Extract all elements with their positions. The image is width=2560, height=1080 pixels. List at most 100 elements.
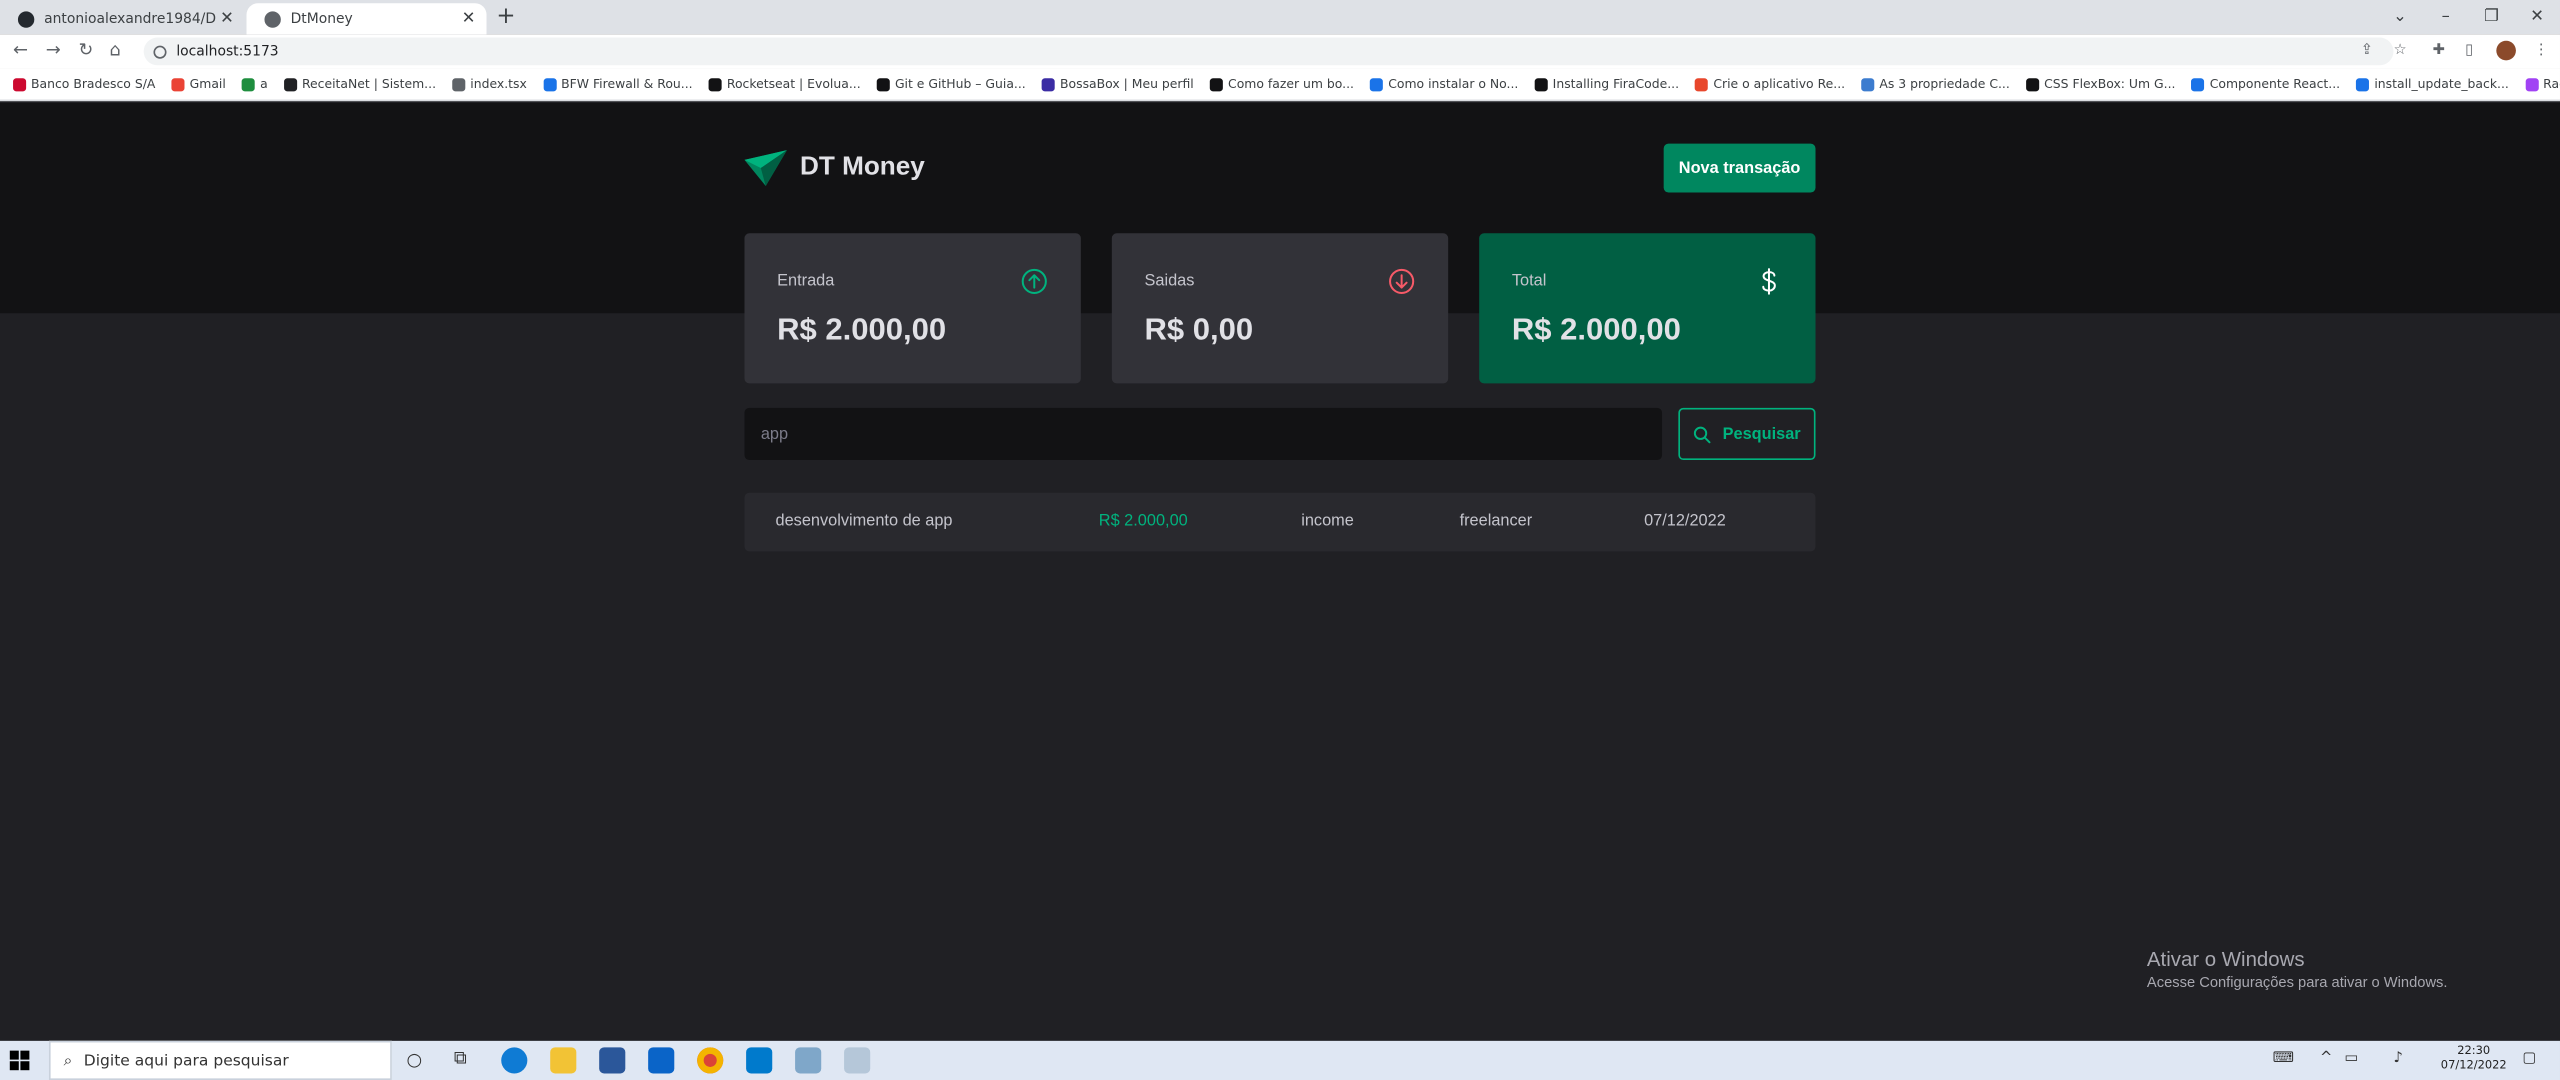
bookmark-icon bbox=[171, 77, 185, 91]
transaction-category: freelancer bbox=[1459, 512, 1533, 531]
brand-title: DT Money bbox=[799, 153, 925, 182]
edge-icon[interactable] bbox=[501, 1047, 528, 1074]
site-info-icon[interactable] bbox=[153, 44, 167, 58]
bookmark-item[interactable]: CSS FlexBox: Um G... bbox=[2026, 76, 2176, 92]
card-value: R$ 0,00 bbox=[1144, 313, 1254, 348]
extensions-icon[interactable]: ✚ bbox=[2433, 42, 2445, 58]
browser-tab-dtmoney[interactable]: DtMoney ✕ bbox=[246, 3, 487, 35]
search-input[interactable]: app bbox=[744, 407, 1663, 461]
system-clock[interactable]: 22:30 07/12/2022 bbox=[2441, 1044, 2507, 1073]
keyboard-icon[interactable]: ⌨ bbox=[2273, 1051, 2294, 1067]
home-icon[interactable]: ⌂ bbox=[109, 39, 120, 60]
bookmark-item[interactable]: Banco Bradesco S/A bbox=[13, 76, 156, 92]
close-icon[interactable]: ✕ bbox=[457, 10, 480, 28]
app-icon[interactable] bbox=[844, 1047, 871, 1074]
bookmark-item[interactable]: ReceitaNet | Sistem... bbox=[284, 76, 437, 92]
transaction-price: R$ 2.000,00 bbox=[1098, 512, 1188, 531]
bookmark-item[interactable]: a bbox=[242, 77, 268, 91]
chrome-icon[interactable] bbox=[697, 1047, 724, 1074]
windows-start-icon[interactable] bbox=[8, 1049, 31, 1072]
bookmark-icon bbox=[1370, 77, 1384, 91]
card-label: Entrada bbox=[777, 272, 835, 291]
bookmark-item[interactable]: install_update_back... bbox=[2356, 77, 2509, 91]
bookmark-label: As 3 propriedade C... bbox=[1879, 76, 2010, 92]
bookmark-icon bbox=[2026, 77, 2040, 91]
close-icon[interactable]: ✕ bbox=[216, 10, 239, 28]
bookmark-item[interactable]: index.tsx bbox=[452, 77, 527, 91]
bookmark-label: Como instalar o No... bbox=[1388, 76, 1519, 92]
app-icon[interactable] bbox=[795, 1047, 822, 1074]
bookmark-item[interactable]: Rocketseat | Evolua... bbox=[708, 77, 861, 91]
bookmark-item[interactable]: Git e GitHub – Guia... bbox=[876, 77, 1026, 91]
bookmark-icon bbox=[452, 77, 466, 91]
address-bar[interactable]: localhost:5173 bbox=[143, 37, 2394, 66]
profile-avatar[interactable] bbox=[2496, 40, 2516, 61]
bookmark-item[interactable]: Crie o aplicativo Re... bbox=[1695, 77, 1845, 91]
search-button[interactable]: Pesquisar bbox=[1678, 407, 1816, 461]
url-text: localhost:5173 bbox=[176, 43, 279, 60]
browser-tab-strip: antonioalexandre1984/DtMoney ✕ DtMoney ✕… bbox=[0, 0, 2560, 35]
activation-watermark-title: Ativar o Windows bbox=[2146, 947, 2305, 971]
forward-icon[interactable]: → bbox=[46, 39, 61, 60]
cortana-icon[interactable]: ○ bbox=[407, 1049, 423, 1070]
bookmark-label: Radio Saudade San... bbox=[2543, 76, 2560, 92]
bookmark-item[interactable]: Componente React... bbox=[2191, 77, 2340, 91]
bookmark-item[interactable]: Como instalar o No... bbox=[1370, 76, 1519, 92]
minimize-button[interactable]: – bbox=[2423, 0, 2469, 33]
bookmark-label: Installing FiraCode... bbox=[1552, 76, 1680, 92]
new-tab-button[interactable]: + bbox=[496, 3, 515, 29]
currency-dollar-icon bbox=[1762, 268, 1776, 295]
volume-icon[interactable]: ♪ bbox=[2393, 1051, 2402, 1067]
new-transaction-button[interactable]: Nova transação bbox=[1663, 143, 1816, 193]
close-window-button[interactable]: ✕ bbox=[2514, 0, 2560, 33]
menu-icon[interactable]: ⋮ bbox=[2534, 42, 2549, 58]
bookmark-item[interactable]: As 3 propriedade C... bbox=[1861, 76, 2010, 92]
table-row[interactable]: desenvolvimento de app R$ 2.000,00 incom… bbox=[744, 492, 1816, 552]
dtmoney-app: DT Money Nova transação Entrada R$ 2.000… bbox=[0, 102, 2560, 1041]
tab-title: DtMoney bbox=[290, 10, 353, 27]
bookmark-icon bbox=[876, 77, 891, 91]
side-panel-icon[interactable]: ▯ bbox=[2465, 42, 2473, 58]
windows-taskbar: ⌕ Digite aqui para pesquisar ○ ⧉ ⌨ ^ ▭ ♪… bbox=[0, 1040, 2560, 1080]
magnifier-icon bbox=[1694, 425, 1711, 443]
vscode-icon[interactable] bbox=[746, 1047, 773, 1074]
restore-button[interactable]: ❐ bbox=[2469, 0, 2515, 33]
bookmark-icon bbox=[13, 77, 27, 91]
network-icon[interactable]: ▭ bbox=[2344, 1051, 2358, 1067]
bookmark-item[interactable]: Installing FiraCode... bbox=[1534, 76, 1680, 92]
taskbar-search[interactable]: ⌕ Digite aqui para pesquisar bbox=[48, 1040, 392, 1080]
bookmark-label: ReceitaNet | Sistem... bbox=[301, 76, 437, 92]
summary-card-income: Entrada R$ 2.000,00 bbox=[744, 233, 1081, 384]
bookmark-label: CSS FlexBox: Um G... bbox=[2044, 76, 2176, 92]
bookmark-item[interactable]: Como fazer um bo... bbox=[1210, 76, 1354, 92]
bookmark-item[interactable]: BossaBox | Meu perfil bbox=[1042, 77, 1194, 91]
search-button-label: Pesquisar bbox=[1722, 424, 1801, 443]
back-icon[interactable]: ← bbox=[13, 39, 28, 60]
bookmark-item[interactable]: Radio Saudade San... bbox=[2525, 76, 2560, 92]
transaction-type: income bbox=[1301, 512, 1354, 531]
notification-icon[interactable]: ▢ bbox=[2522, 1051, 2536, 1067]
share-icon[interactable]: ⇪ bbox=[2361, 42, 2373, 58]
bookmark-label: Como fazer um bo... bbox=[1228, 76, 1354, 92]
star-icon[interactable]: ☆ bbox=[2393, 42, 2406, 58]
file-explorer-icon[interactable] bbox=[550, 1047, 577, 1074]
bookmark-label: Banco Bradesco S/A bbox=[31, 76, 156, 92]
browser-toolbar: ← → ↻ ⌂ localhost:5173 ⇪ ☆ ✚ ▯ ⋮ bbox=[0, 34, 2560, 69]
bookmark-icon bbox=[708, 77, 722, 91]
bookmark-item[interactable]: BFW Firewall & Rou... bbox=[543, 77, 693, 91]
bookmark-label: Gmail bbox=[189, 76, 226, 92]
chevron-up-icon[interactable]: ^ bbox=[2320, 1051, 2332, 1067]
tab-search-icon[interactable]: ⌄ bbox=[2377, 0, 2423, 33]
mail-icon[interactable] bbox=[648, 1047, 675, 1074]
bookmark-icon bbox=[284, 77, 298, 91]
reload-icon[interactable]: ↻ bbox=[78, 39, 93, 60]
bookmark-icon bbox=[1861, 77, 1875, 91]
browser-tab-github[interactable]: antonioalexandre1984/DtMoney ✕ bbox=[0, 3, 245, 34]
bookmark-icon bbox=[1210, 77, 1224, 91]
search-icon: ⌕ bbox=[63, 1051, 73, 1070]
bookmark-item[interactable]: Gmail bbox=[171, 76, 226, 92]
bookmark-icon bbox=[543, 77, 557, 91]
store-icon[interactable] bbox=[599, 1047, 626, 1074]
bookmark-icon bbox=[2525, 77, 2539, 91]
task-view-icon[interactable]: ⧉ bbox=[454, 1047, 467, 1070]
